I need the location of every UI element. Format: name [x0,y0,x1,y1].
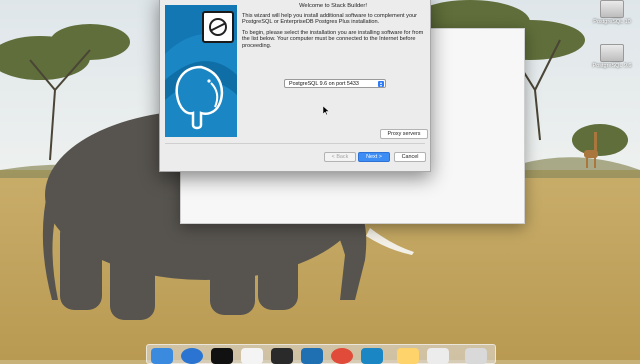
stack-builder-dialog: Welcome to Stack Builder! This wizard wi… [159,0,431,172]
proxy-servers-button[interactable]: Proxy servers [380,129,428,139]
welcome-text: Welcome to Stack Builder! This wizard wi… [242,3,424,54]
notes-icon[interactable] [427,348,449,364]
stackbuilder-dock-icon[interactable] [361,348,383,364]
disk-icon [600,0,624,18]
back-button[interactable]: < Back [324,152,356,162]
desktop-icon-label: PostgreSQL 9.6 [592,63,632,69]
textedit-icon[interactable] [241,348,263,364]
terminal-icon[interactable] [211,348,233,364]
installation-select[interactable]: PostgreSQL 9.6 on port 5433 ▴ ▾ [284,79,386,88]
select-arrows-icon: ▴ ▾ [378,80,384,88]
disk-icon [600,44,624,62]
finder-icon[interactable] [151,348,173,364]
mouse-cursor-icon [323,106,329,115]
desktop-icon-postgresql-10[interactable]: PostgreSQL 10 [592,0,632,25]
desktop-icon-postgresql-9-6[interactable]: PostgreSQL 9.6 [592,44,632,69]
instructions-paragraph: To begin, please select the installation… [242,29,424,49]
intro-paragraph: This wizard will help you install additi… [242,12,418,26]
stack-builder-banner [165,5,237,137]
chrome-icon[interactable] [331,348,353,364]
preview-icon[interactable] [397,348,419,364]
postgresql-elephant-icon [175,65,224,130]
vscode-icon[interactable] [301,348,323,364]
dialog-title: Welcome to Stack Builder! [299,3,367,9]
next-button[interactable]: Next > [358,152,390,162]
cancel-button[interactable]: Cancel [394,152,426,162]
trash-icon[interactable] [465,348,487,364]
dock [146,344,496,364]
stackbuilder-logo-icon [202,11,234,43]
desktop-icon-label: PostgreSQL 10 [593,19,631,25]
dialog-divider [165,143,425,144]
sublime-icon[interactable] [271,348,293,364]
installation-select-value: PostgreSQL 9.6 on port 5433 [289,81,359,87]
safari-icon[interactable] [181,348,203,364]
